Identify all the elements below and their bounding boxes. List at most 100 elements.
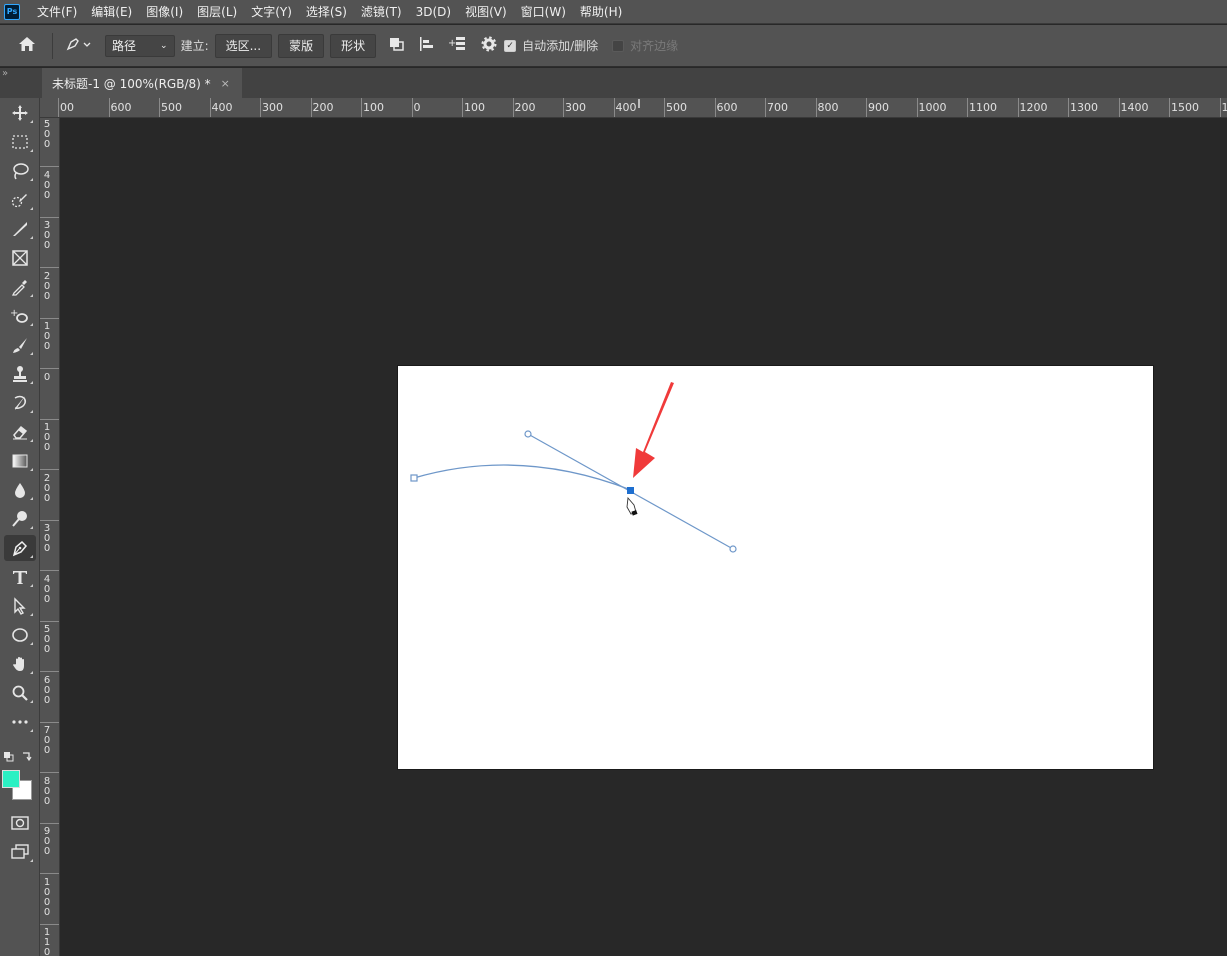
- ruler-tick: [1169, 98, 1170, 117]
- svg-text:+: +: [448, 38, 456, 49]
- ruler-tick: [40, 418, 59, 420]
- ruler-tick: [411, 98, 413, 117]
- path-arrangement-icon[interactable]: +: [442, 35, 474, 57]
- ruler-tick: [1118, 98, 1120, 117]
- gradient-tool-icon[interactable]: [4, 448, 36, 474]
- more-tools-icon[interactable]: [4, 709, 36, 735]
- marquee-tool-icon[interactable]: [4, 129, 36, 155]
- ruler-label: 9 0 0: [43, 826, 51, 857]
- document-tab[interactable]: 未标题-1 @ 100%(RGB/8) * ×: [42, 68, 242, 98]
- eyedropper-tool-icon[interactable]: [4, 274, 36, 300]
- menu-file[interactable]: 文件(F): [30, 3, 84, 20]
- stamp-tool-icon[interactable]: [4, 361, 36, 387]
- dodge-tool-icon[interactable]: [4, 506, 36, 532]
- path-operations-icon[interactable]: [382, 36, 412, 56]
- close-icon[interactable]: ×: [221, 77, 230, 90]
- ruler-label: 200: [312, 101, 334, 114]
- screen-mode-icon[interactable]: [4, 839, 36, 865]
- chevron-down-icon: ⌄: [160, 40, 168, 51]
- default-colors-icon[interactable]: [1, 749, 37, 765]
- menu-image[interactable]: 图像(I): [139, 3, 190, 20]
- ruler-label: 3 0 0: [43, 523, 51, 554]
- history-brush-tool-icon[interactable]: [4, 390, 36, 416]
- align-edges-checkbox[interactable]: [612, 39, 625, 52]
- menu-edit[interactable]: 编辑(E): [84, 3, 139, 20]
- vertical-ruler[interactable]: 5 0 0 4 0 0 3 0 0 2 0 0 1 0 0 0 1 0 0 2 0 0 3 0 …: [40, 118, 60, 956]
- auto-add-delete-checkbox[interactable]: ✓: [504, 39, 517, 52]
- ruler-tick: [967, 98, 968, 117]
- separator: [52, 32, 53, 59]
- ruler-tick: [40, 216, 59, 218]
- ruler-tick: [108, 98, 110, 117]
- zoom-tool-icon[interactable]: [4, 680, 36, 706]
- ps-logo: Ps: [4, 3, 20, 20]
- healing-tool-icon[interactable]: +: [4, 303, 36, 329]
- ruler-label: 1 1 0: [43, 927, 51, 956]
- ruler-tick: [40, 570, 59, 571]
- color-swap-controls[interactable]: [1, 749, 37, 765]
- tools-panel: +: [0, 98, 40, 956]
- brush-tool-icon[interactable]: [4, 332, 36, 358]
- menu-type[interactable]: 文字(Y): [244, 3, 299, 20]
- ruler-label: 1300: [1070, 101, 1098, 114]
- menu-view[interactable]: 视图(V): [458, 3, 514, 20]
- ruler-label: 7 0 0: [43, 725, 51, 756]
- path-select-tool-icon[interactable]: [4, 593, 36, 619]
- blur-tool-icon[interactable]: [4, 477, 36, 503]
- ruler-label: 400: [211, 101, 233, 114]
- ruler-tick: [40, 772, 59, 773]
- menu-3d[interactable]: 3D(D): [409, 5, 458, 19]
- make-shape-button[interactable]: 形状: [330, 33, 377, 58]
- ruler-tick: [40, 317, 59, 319]
- make-selection-button[interactable]: 选区...: [214, 33, 273, 58]
- horizontal-ruler[interactable]: 00 600 500 400 300 200 100 0 100 200 300 400 500 600 7…: [40, 98, 1227, 118]
- ellipse-tool-icon[interactable]: [4, 622, 36, 648]
- hand-tool-icon[interactable]: [4, 651, 36, 677]
- expand-panels-icon[interactable]: »: [2, 68, 8, 79]
- photoshop-window: Ps 文件(F) 编辑(E) 图像(I) 图层(L) 文字(Y) 选择(S) 滤…: [0, 0, 1227, 956]
- ruler-tick: [40, 923, 59, 925]
- pen-preset-icon[interactable]: [59, 36, 97, 56]
- ruler-tick: [361, 98, 362, 117]
- frame-tool-icon[interactable]: [4, 245, 36, 271]
- ruler-label: 1100: [969, 101, 997, 114]
- eraser-tool-icon[interactable]: [4, 419, 36, 445]
- ruler-tick: [40, 822, 59, 824]
- ruler-tick: [916, 98, 918, 117]
- slice-tool-icon[interactable]: [4, 216, 36, 242]
- ruler-label: 300: [565, 101, 586, 114]
- ruler-label: 8 0 0: [43, 775, 51, 807]
- menu-select[interactable]: 选择(S): [299, 3, 354, 20]
- ruler-tick: [40, 166, 59, 167]
- ruler-label: 4 0 0: [43, 573, 51, 605]
- home-icon[interactable]: [12, 36, 42, 56]
- foreground-color-swatch[interactable]: [2, 770, 20, 788]
- ruler-label: 1400: [1120, 101, 1149, 114]
- pen-tool-icon[interactable]: [4, 535, 36, 561]
- menu-filter[interactable]: 滤镜(T): [354, 3, 409, 20]
- ruler-label: 3 0 0: [43, 220, 51, 251]
- ruler-tick: [40, 519, 59, 521]
- gear-icon[interactable]: [474, 35, 504, 57]
- document-canvas[interactable]: [398, 366, 1153, 769]
- menu-window[interactable]: 窗口(W): [514, 3, 573, 20]
- menu-bar: Ps 文件(F) 编辑(E) 图像(I) 图层(L) 文字(Y) 选择(S) 滤…: [0, 0, 1227, 24]
- lasso-tool-icon[interactable]: [4, 158, 36, 184]
- ruler-label: 100: [464, 101, 485, 114]
- ruler-tick: [40, 620, 59, 622]
- ruler-tick: [40, 671, 59, 672]
- make-mask-button[interactable]: 蒙版: [278, 33, 325, 58]
- ruler-label: 4 0 0: [43, 169, 51, 201]
- menu-layer[interactable]: 图层(L): [190, 3, 244, 20]
- path-alignment-icon[interactable]: [412, 36, 442, 56]
- ruler-label: 1200: [1019, 101, 1048, 114]
- move-tool-icon[interactable]: [4, 100, 36, 126]
- ruler-label: 600: [716, 101, 738, 114]
- path-mode-select[interactable]: 路径 ⌄: [105, 34, 175, 57]
- quick-mask-icon[interactable]: [4, 810, 36, 836]
- type-tool-icon[interactable]: [4, 564, 36, 590]
- ruler-tick: [310, 98, 312, 117]
- menu-help[interactable]: 帮助(H): [573, 3, 629, 20]
- quick-select-tool-icon[interactable]: [4, 187, 36, 213]
- ruler-tick: [462, 98, 463, 117]
